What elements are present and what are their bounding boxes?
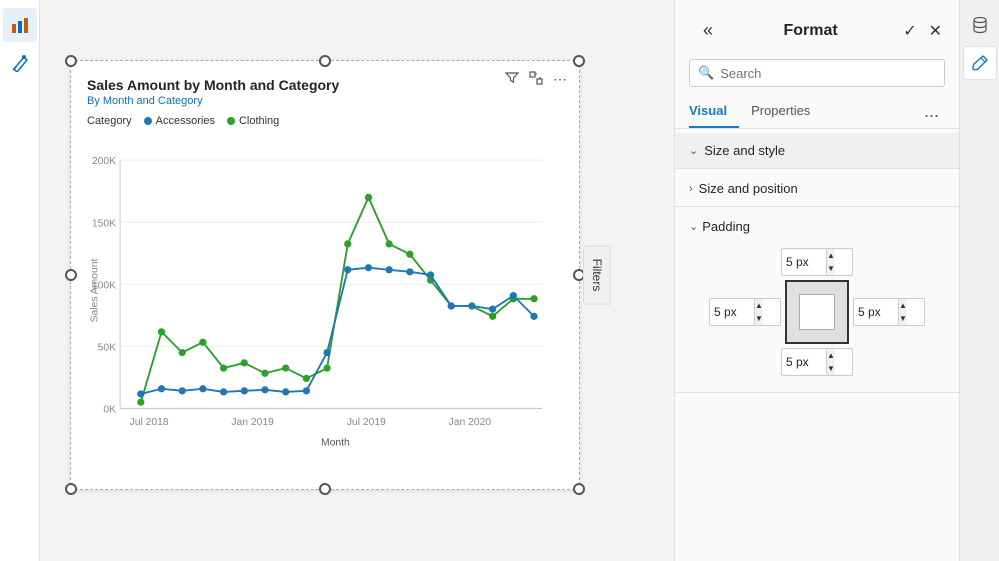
svg-text:Sales Amount: Sales Amount bbox=[89, 258, 100, 322]
tabs-row: Visual Properties ... bbox=[675, 95, 959, 129]
filters-tab[interactable]: Filters bbox=[583, 246, 611, 305]
chart-filter-btn[interactable] bbox=[503, 69, 521, 90]
search-input[interactable] bbox=[720, 66, 936, 81]
padding-title: ⌄ Padding bbox=[689, 219, 945, 234]
padding-bottom-spinners: ▲ ▼ bbox=[826, 349, 835, 375]
handle-top-left[interactable] bbox=[65, 55, 77, 67]
padding-top-input[interactable] bbox=[782, 253, 826, 271]
legend-dot-accessories bbox=[144, 117, 152, 125]
chart-legend: Category Accessories Clothing bbox=[87, 115, 563, 127]
tab-visual[interactable]: Visual bbox=[689, 95, 739, 128]
padding-label: Padding bbox=[702, 219, 750, 234]
section-size-style[interactable]: ⌄ Size and style bbox=[675, 133, 959, 169]
handle-bot-left[interactable] bbox=[65, 483, 77, 495]
padding-right-input[interactable] bbox=[854, 303, 898, 321]
right-panel: « Format ✓ ✕ 🔍 Visual Properties ... bbox=[674, 0, 999, 561]
chevron-size-style: ⌄ bbox=[689, 144, 698, 157]
panel-main: « Format ✓ ✕ 🔍 Visual Properties ... bbox=[675, 0, 959, 561]
padding-top-down-btn[interactable]: ▼ bbox=[827, 262, 835, 275]
padding-left-input[interactable] bbox=[710, 303, 754, 321]
padding-top-up-btn[interactable]: ▲ bbox=[827, 249, 835, 262]
padding-middle-row: ▲ ▼ bbox=[709, 280, 925, 344]
chevron-size-position: › bbox=[689, 183, 693, 195]
panel-header: « Format ✓ ✕ bbox=[675, 0, 959, 51]
legend-dot-clothing bbox=[227, 117, 235, 125]
panel-header-actions: ✓ ✕ bbox=[900, 18, 945, 44]
svg-text:0K: 0K bbox=[103, 405, 116, 416]
chart-toolbar: ⋯ bbox=[503, 69, 569, 90]
panel-check-btn[interactable]: ✓ bbox=[900, 18, 919, 44]
panel-close-btn[interactable]: ✕ bbox=[926, 18, 945, 44]
padding-left-spinners: ▲ ▼ bbox=[754, 299, 763, 325]
panel-icon-col bbox=[959, 0, 999, 561]
search-box: 🔍 bbox=[689, 59, 945, 87]
search-icon: 🔍 bbox=[698, 65, 714, 81]
padding-top-spinners: ▲ ▼ bbox=[826, 249, 835, 275]
handle-mid-left[interactable] bbox=[65, 269, 77, 281]
section-size-position[interactable]: › Size and position bbox=[675, 171, 959, 207]
padding-right-spinners: ▲ ▼ bbox=[898, 299, 907, 325]
padding-top-input-wrap: ▲ ▼ bbox=[781, 248, 853, 276]
handle-bot-right[interactable] bbox=[573, 483, 585, 495]
padding-section: ⌄ Padding ▲ ▼ bbox=[675, 207, 959, 393]
canvas-area: ⋯ Sales Amount by Month and Category By … bbox=[40, 0, 674, 561]
chart-title: Sales Amount by Month and Category bbox=[87, 77, 563, 93]
padding-right-up-btn[interactable]: ▲ bbox=[899, 299, 907, 312]
handle-top-right[interactable] bbox=[573, 55, 585, 67]
tab-properties[interactable]: Properties bbox=[751, 95, 822, 128]
svg-text:Jan 2020: Jan 2020 bbox=[449, 417, 492, 428]
section-size-position-label: Size and position bbox=[699, 181, 798, 196]
handle-bot-center[interactable] bbox=[319, 483, 331, 495]
svg-text:Jul 2019: Jul 2019 bbox=[347, 417, 386, 428]
tabs-more-btn[interactable]: ... bbox=[918, 97, 945, 126]
padding-left-down-btn[interactable]: ▼ bbox=[755, 312, 763, 325]
svg-text:50K: 50K bbox=[98, 342, 116, 353]
chart-subtitle: By Month and Category bbox=[87, 95, 563, 107]
padding-right-input-wrap: ▲ ▼ bbox=[853, 298, 925, 326]
padding-bottom-down-btn[interactable]: ▼ bbox=[827, 362, 835, 375]
svg-text:200K: 200K bbox=[92, 156, 116, 167]
panel-title: Format bbox=[783, 22, 837, 40]
chart-more-btn[interactable]: ⋯ bbox=[551, 69, 569, 90]
chart-card[interactable]: ⋯ Sales Amount by Month and Category By … bbox=[70, 60, 580, 490]
panel-icon-btn-paintbrush[interactable] bbox=[963, 46, 997, 80]
chart-content: Sales Amount by Month and Category By Mo… bbox=[71, 61, 579, 489]
legend-label: Category bbox=[87, 115, 132, 127]
panel-collapse-btn[interactable]: « bbox=[689, 10, 721, 51]
padding-left-up-btn[interactable]: ▲ bbox=[755, 299, 763, 312]
svg-text:Jul 2018: Jul 2018 bbox=[130, 417, 169, 428]
legend-text-accessories: Accessories bbox=[156, 115, 215, 127]
toolbar-paint-btn[interactable] bbox=[3, 46, 37, 80]
section-size-style-label: Size and style bbox=[704, 143, 785, 158]
panel-scroll: ⌄ Size and style › Size and position ⌄ P… bbox=[675, 129, 959, 561]
panel-wrapper: « Format ✓ ✕ 🔍 Visual Properties ... bbox=[675, 0, 999, 561]
chevron-padding: ⌄ bbox=[689, 220, 698, 233]
padding-bottom-up-btn[interactable]: ▲ bbox=[827, 349, 835, 362]
left-toolbar bbox=[0, 0, 40, 561]
padding-grid: ▲ ▼ ▲ ▼ bbox=[689, 248, 945, 376]
toolbar-visualizations-btn[interactable] bbox=[3, 8, 37, 42]
chart-focus-btn[interactable] bbox=[527, 69, 545, 90]
padding-bottom-input-wrap: ▲ ▼ bbox=[781, 348, 853, 376]
legend-item-accessories: Accessories bbox=[144, 115, 215, 127]
padding-inner-box bbox=[799, 294, 835, 330]
panel-icon-btn-database[interactable] bbox=[963, 8, 997, 42]
padding-center-box bbox=[785, 280, 849, 344]
svg-text:Month: Month bbox=[321, 438, 350, 449]
chart-body: 200K 150K 100K 50K 0K Sales Amount bbox=[87, 133, 563, 479]
padding-right-down-btn[interactable]: ▼ bbox=[899, 312, 907, 325]
padding-left-input-wrap: ▲ ▼ bbox=[709, 298, 781, 326]
legend-item-clothing: Clothing bbox=[227, 115, 279, 127]
padding-bottom-input[interactable] bbox=[782, 353, 826, 371]
legend-text-clothing: Clothing bbox=[239, 115, 279, 127]
svg-text:150K: 150K bbox=[92, 218, 116, 229]
svg-text:Jan 2019: Jan 2019 bbox=[231, 417, 274, 428]
handle-top-center[interactable] bbox=[319, 55, 331, 67]
